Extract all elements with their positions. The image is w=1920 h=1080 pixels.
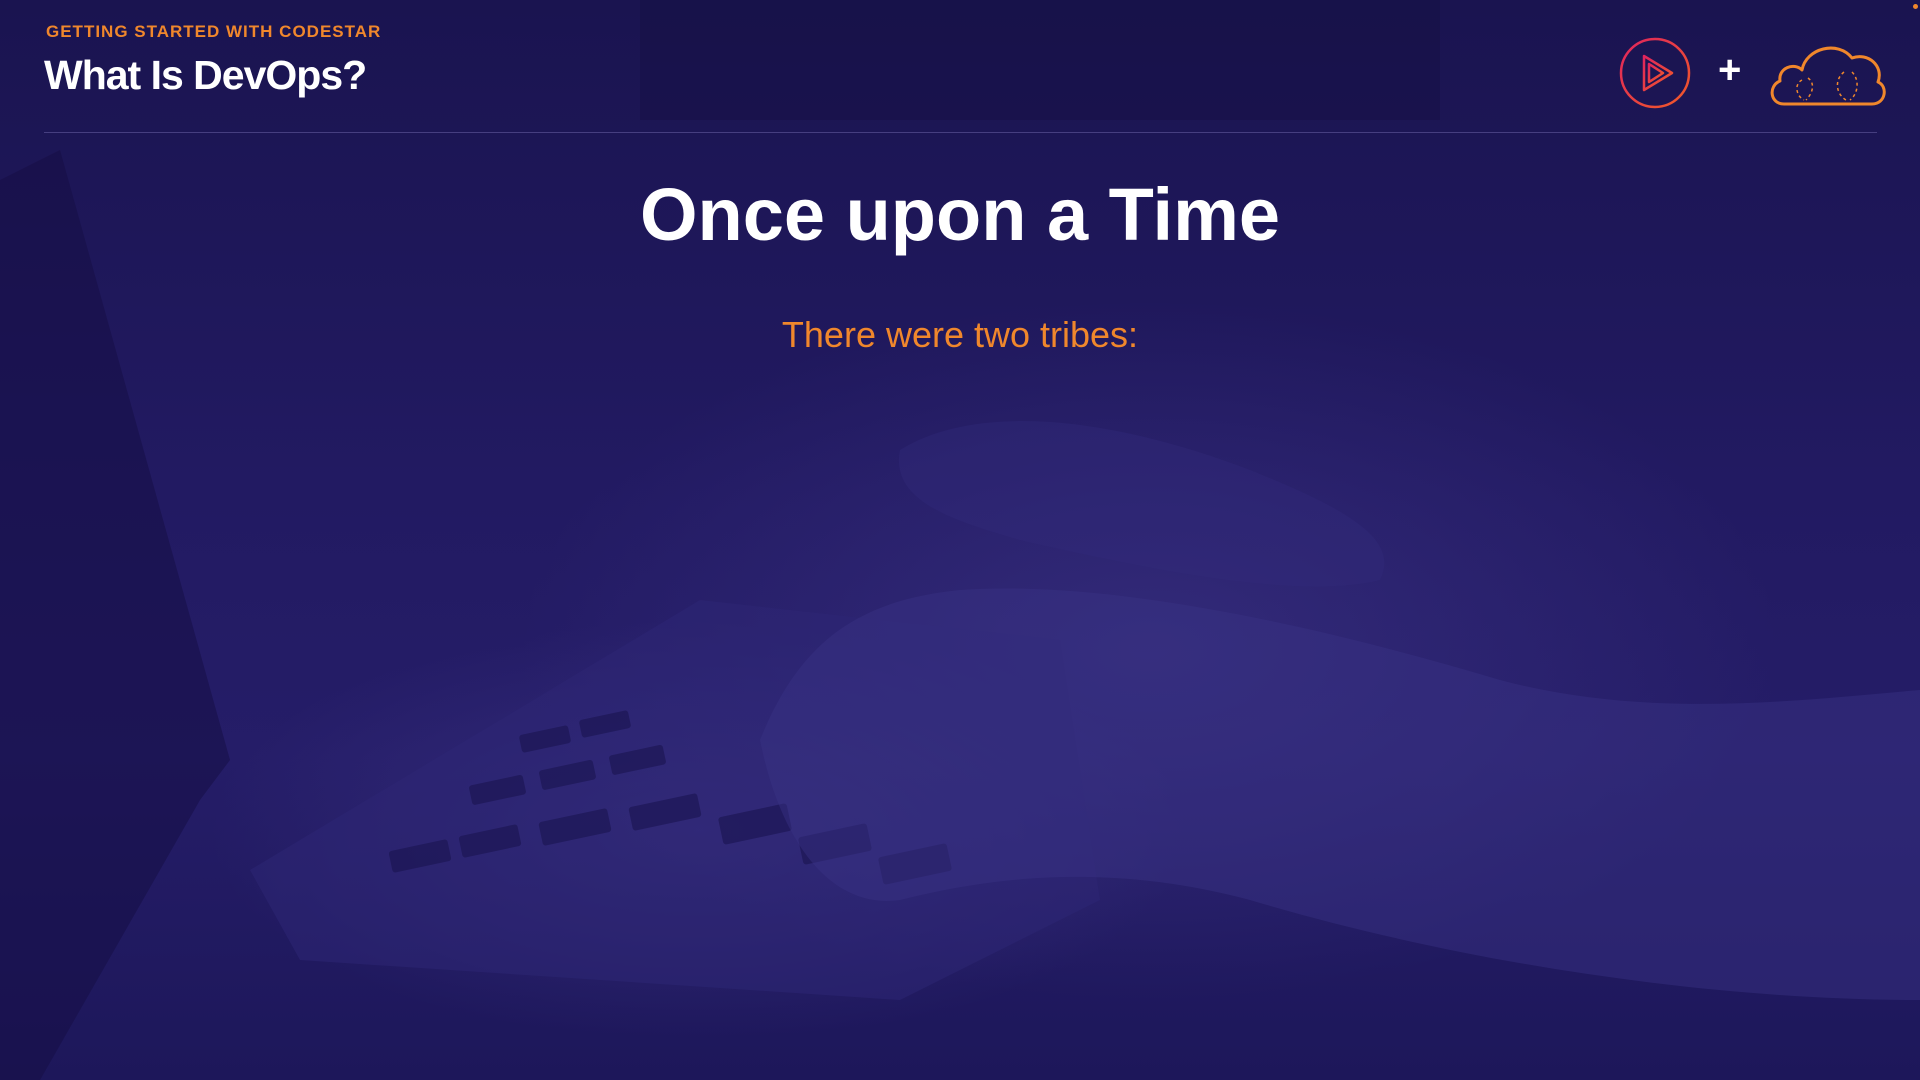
corner-indicator-dot bbox=[1913, 4, 1918, 9]
pluralsight-play-icon bbox=[1619, 37, 1691, 109]
module-title: What Is DevOps? bbox=[44, 52, 367, 98]
brand-logos: + bbox=[1618, 34, 1888, 114]
slide-subtitle: There were two tribes: bbox=[781, 314, 1139, 355]
course-title: GETTING STARTED WITH CODESTAR bbox=[46, 22, 382, 41]
codestar-cloud-icon bbox=[1770, 46, 1886, 106]
laptop-background-image bbox=[0, 0, 1920, 1080]
slide: GETTING STARTED WITH CODESTAR What Is De… bbox=[0, 0, 1920, 1080]
header-divider bbox=[44, 132, 1877, 133]
slide-heading: Once upon a Time bbox=[639, 173, 1281, 256]
plus-sign: + bbox=[1718, 48, 1742, 92]
